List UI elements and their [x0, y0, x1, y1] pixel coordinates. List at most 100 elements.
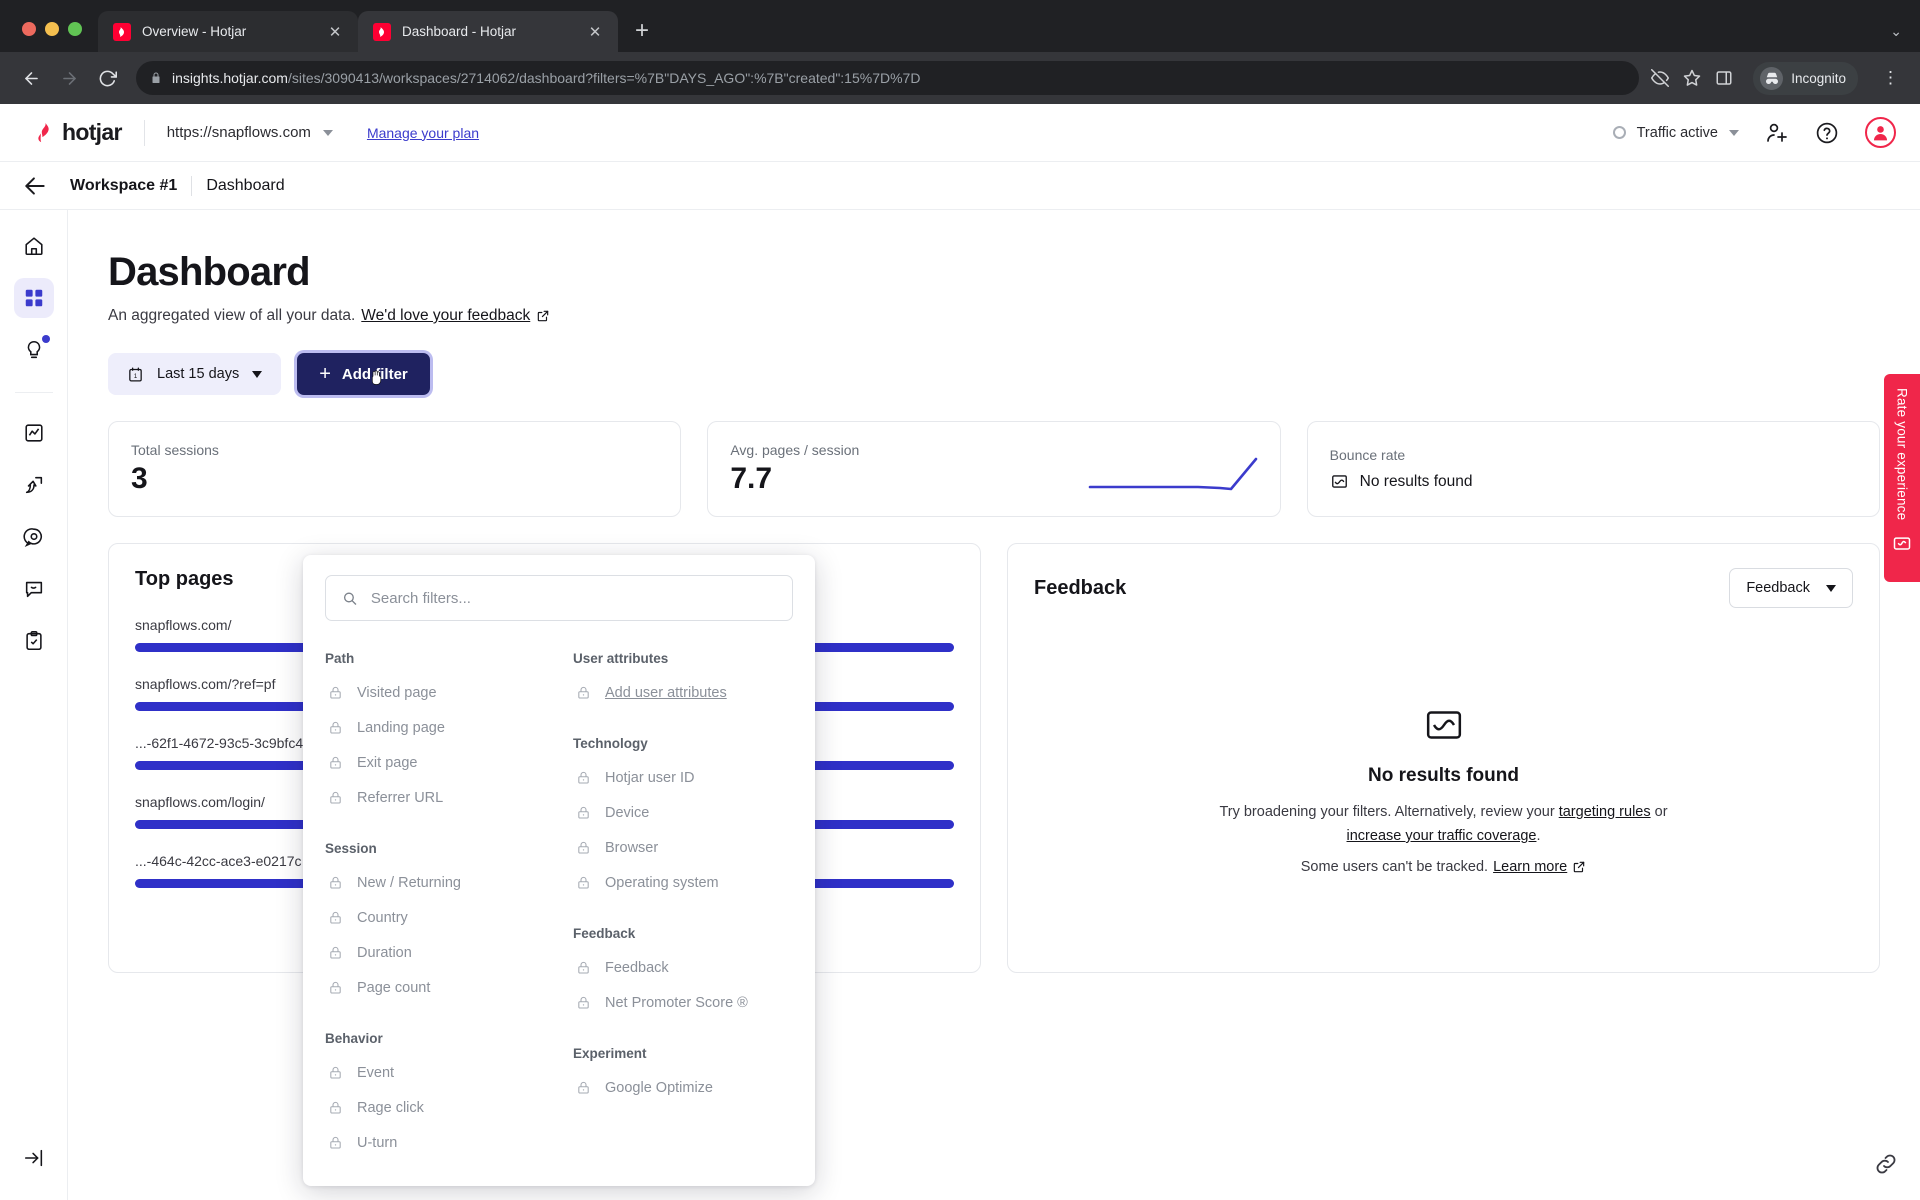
filter-item-referrer-url[interactable]: Referrer URL	[325, 780, 545, 815]
filter-item-label: Feedback	[605, 959, 669, 976]
filter-item-net-promoter-score[interactable]: Net Promoter Score ®	[573, 985, 793, 1020]
filter-item-u-turn[interactable]: U-turn	[325, 1125, 545, 1160]
site-selector[interactable]: https://snapflows.com	[167, 124, 333, 141]
site-selector-label: https://snapflows.com	[166, 124, 311, 141]
sidebar-item-feedback[interactable]	[14, 569, 54, 609]
incognito-profile-button[interactable]: Incognito	[1753, 61, 1858, 95]
targeting-rules-link[interactable]: targeting rules	[1559, 804, 1651, 820]
app-body: Dashboard An aggregated view of all your…	[0, 210, 1920, 1200]
rate-experience-tab[interactable]: Rate your experience	[1884, 374, 1920, 582]
browser-tab-dashboard[interactable]: Dashboard - Hotjar ✕	[358, 11, 618, 52]
lock-icon	[578, 996, 589, 1009]
new-tab-button[interactable]: +	[626, 15, 658, 47]
learn-more-link[interactable]: Learn more	[1493, 859, 1567, 875]
lock-icon	[578, 961, 589, 974]
sidebar-item-surveys[interactable]	[14, 621, 54, 661]
hide-tracking-icon[interactable]	[1651, 69, 1670, 87]
sidebar-item-funnels[interactable]	[14, 465, 54, 505]
lock-icon	[330, 791, 341, 804]
filter-column-left: Path Visited page Landing page Exit page…	[325, 651, 545, 1160]
filter-item-new-returning[interactable]: New / Returning	[325, 865, 545, 900]
filter-item-device[interactable]: Device	[573, 795, 793, 830]
filter-item-country[interactable]: Country	[325, 900, 545, 935]
filter-item-operating-system[interactable]: Operating system	[573, 865, 793, 900]
hotjar-wordmark: hotjar	[62, 119, 122, 145]
hotjar-favicon-icon	[373, 22, 391, 41]
browser-window: Overview - Hotjar ✕ Dashboard - Hotjar ✕…	[0, 0, 1920, 1200]
filter-group-technology: Technology Hotjar user ID Device Browser…	[573, 736, 793, 900]
close-window-button[interactable]	[22, 22, 36, 36]
filter-item-hotjar-user-id[interactable]: Hotjar user ID	[573, 760, 793, 795]
sparkline-chart	[1088, 457, 1257, 491]
browser-tabstrip: Overview - Hotjar ✕ Dashboard - Hotjar ✕…	[0, 0, 1920, 52]
back-button[interactable]	[14, 61, 48, 95]
page-title: Dashboard	[108, 250, 311, 294]
filter-item-page-count[interactable]: Page count	[325, 970, 545, 1005]
plus-icon: +	[319, 363, 331, 385]
reload-button[interactable]	[90, 61, 124, 95]
filter-item-label: Net Promoter Score ®	[605, 994, 748, 1011]
filter-group-title: Technology	[573, 736, 648, 751]
toolbar-actions: Incognito ⋮	[1651, 61, 1906, 95]
close-tab-icon[interactable]: ✕	[324, 21, 346, 43]
filter-item-feedback[interactable]: Feedback	[573, 950, 793, 985]
hotjar-flame-icon	[38, 122, 49, 143]
help-icon[interactable]	[1815, 121, 1839, 145]
feedback-type-selector[interactable]: Feedback	[1729, 568, 1853, 608]
bookmark-star-icon[interactable]	[1683, 69, 1701, 87]
manage-plan-link[interactable]: Manage your plan	[367, 125, 479, 141]
lock-icon	[578, 686, 589, 699]
avatar[interactable]	[1865, 117, 1896, 148]
external-link-icon	[538, 310, 549, 322]
maximize-window-button[interactable]	[68, 22, 82, 36]
filter-item-visited-page[interactable]: Visited page	[325, 675, 545, 710]
minimize-window-button[interactable]	[45, 22, 59, 36]
address-bar-url: insights.hotjar.com/sites/3090413/worksp…	[172, 70, 921, 86]
lock-icon	[330, 981, 341, 994]
panel-title: Top pages	[135, 568, 234, 590]
feedback-type-label: Feedback	[1746, 580, 1810, 596]
sidebar-item-highlights[interactable]	[14, 330, 54, 370]
filter-item-event[interactable]: Event	[325, 1055, 545, 1090]
breadcrumb-workspace[interactable]: Workspace #1	[70, 177, 177, 195]
sidebar-divider	[14, 392, 53, 393]
add-filter-button[interactable]: + Add filter	[297, 353, 430, 395]
forward-button[interactable]	[52, 61, 86, 95]
filter-group-title: Session	[325, 841, 377, 856]
browser-tab-overview[interactable]: Overview - Hotjar ✕	[98, 11, 358, 52]
page-subtitle-text: An aggregated view of all your data.	[108, 307, 356, 324]
metric-value: No results found	[1359, 472, 1473, 490]
browser-menu-icon[interactable]: ⋮	[1872, 68, 1906, 88]
sidebar-expand-button[interactable]	[14, 1138, 54, 1178]
close-tab-icon[interactable]: ✕	[584, 21, 606, 43]
filter-item-duration[interactable]: Duration	[325, 935, 545, 970]
feedback-link[interactable]: We'd love your feedback	[361, 307, 530, 325]
notification-badge	[41, 335, 50, 343]
side-panel-icon[interactable]	[1715, 69, 1733, 87]
filter-item-browser[interactable]: Browser	[573, 830, 793, 865]
metric-value: 3	[131, 462, 148, 495]
back-arrow-icon[interactable]	[22, 173, 48, 199]
filter-item-google-optimize[interactable]: Google Optimize	[573, 1070, 793, 1105]
filter-item-exit-page[interactable]: Exit page	[325, 745, 545, 780]
chevron-down-icon[interactable]: ⌄	[1890, 23, 1902, 40]
date-range-selector[interactable]: 1 Last 15 days	[108, 353, 282, 395]
traffic-coverage-link[interactable]: increase your traffic coverage	[1347, 828, 1537, 844]
filter-group-user-attributes: User attributes Add user attributes	[573, 651, 793, 710]
hotjar-logo[interactable]: hotjar	[34, 119, 122, 146]
add-user-icon[interactable]	[1765, 121, 1789, 145]
sidebar-item-dashboard[interactable]	[13, 278, 54, 318]
search-filters-box[interactable]	[325, 575, 793, 621]
search-input[interactable]	[370, 589, 776, 607]
sidebar-item-heatmaps[interactable]	[14, 517, 54, 557]
filter-item-add-user-attributes[interactable]: Add user attributes	[573, 675, 793, 710]
share-link-icon[interactable]	[1874, 1152, 1898, 1176]
empty-note-text: Some users can't be tracked.	[1300, 858, 1489, 875]
address-bar[interactable]: insights.hotjar.com/sites/3090413/worksp…	[136, 61, 1640, 95]
sidebar-item-home[interactable]	[14, 226, 54, 266]
filter-item-rage-click[interactable]: Rage click	[325, 1090, 545, 1125]
browser-tab-title: Dashboard - Hotjar	[402, 24, 517, 39]
traffic-status-selector[interactable]: Traffic active	[1612, 125, 1739, 141]
sidebar-item-trends[interactable]	[14, 413, 54, 453]
filter-item-landing-page[interactable]: Landing page	[325, 710, 545, 745]
